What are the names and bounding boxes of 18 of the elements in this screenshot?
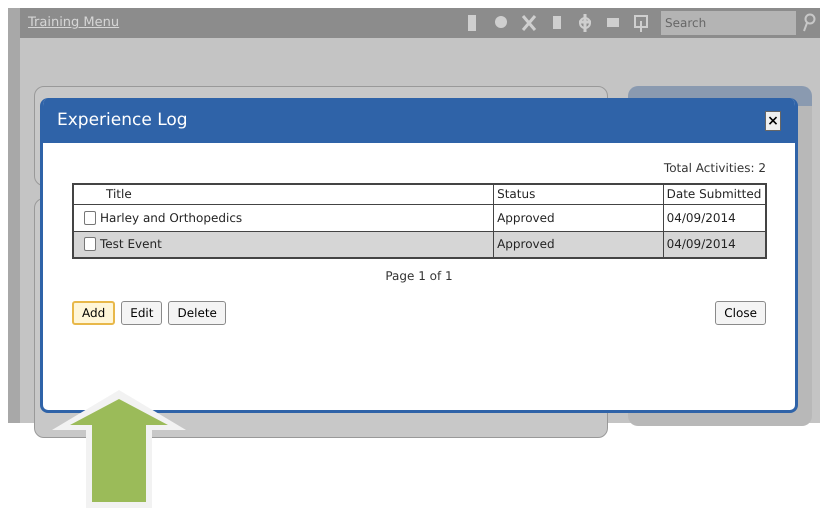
- delete-button[interactable]: Delete: [168, 301, 226, 325]
- column-header[interactable]: Status: [494, 184, 664, 204]
- close-button[interactable]: ×: [765, 110, 781, 130]
- edit-button[interactable]: Edit: [121, 301, 162, 325]
- search-icon[interactable]: [802, 13, 816, 33]
- table-cell: Approved: [494, 204, 664, 231]
- checkbox[interactable]: [84, 237, 96, 252]
- up-arrow-icon: [52, 390, 186, 508]
- title-text: Harley and Orthopedics: [100, 210, 242, 226]
- page-indicator: Page 1 of 1: [385, 268, 453, 285]
- title-text: Test Event: [100, 236, 162, 254]
- column-header[interactable]: Title: [73, 184, 494, 204]
- close-button[interactable]: Close: [715, 301, 766, 325]
- add-button[interactable]: Add: [72, 301, 116, 325]
- checkbox[interactable]: [84, 210, 96, 224]
- search-field[interactable]: Search: [661, 11, 796, 35]
- dialog-title: Experience Log: [57, 108, 188, 132]
- total-count: Total Activities: 2: [664, 160, 766, 177]
